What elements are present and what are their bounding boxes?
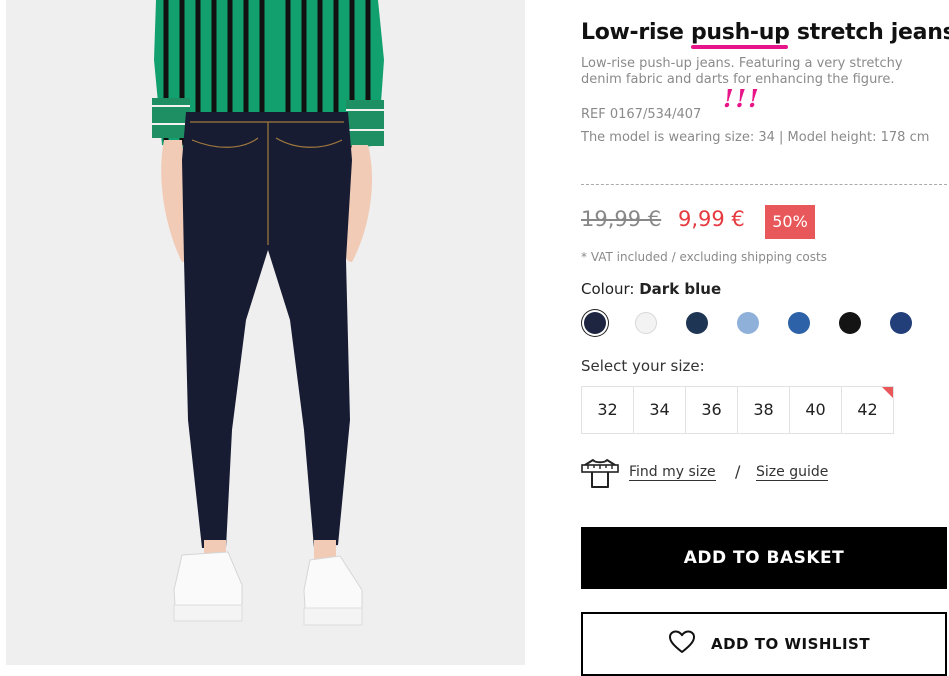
tshirt-ruler-icon	[581, 459, 619, 488]
title-highlight: push-up	[690, 20, 790, 49]
product-reference: REF 0167/534/407	[581, 107, 702, 122]
find-my-size-link[interactable]: Find my size	[629, 464, 716, 481]
product-photo-illustration	[6, 0, 525, 665]
size-option-42-label: 42	[857, 400, 878, 419]
size-option-38[interactable]: 38	[738, 387, 790, 433]
swatch-navy[interactable]	[686, 312, 708, 334]
product-description: Low-rise push-up jeans. Featuring a very…	[581, 56, 903, 87]
vat-note: * VAT included / excluding shipping cost…	[581, 250, 827, 264]
title-part-1: Low-rise	[581, 20, 691, 45]
swatch-light-blue[interactable]	[737, 312, 759, 334]
title-part-2: stretch jeans	[789, 20, 949, 45]
add-to-wishlist-label: ADD TO WISHLIST	[711, 635, 871, 653]
size-label: Select your size:	[581, 357, 705, 375]
size-option-34[interactable]: 34	[634, 387, 686, 433]
heart-icon	[669, 630, 695, 653]
colour-swatches	[581, 312, 949, 336]
swatch-mid-blue[interactable]	[788, 312, 810, 334]
old-price: 19,99 €	[581, 207, 662, 231]
swatch-black[interactable]	[839, 312, 861, 334]
product-info-panel: Low-rise push-up stretch jeans Low-rise …	[581, 0, 949, 676]
size-option-36[interactable]: 36	[686, 387, 738, 433]
size-option-32[interactable]: 32	[582, 387, 634, 433]
fit-separator: /	[735, 462, 741, 481]
fit-links: Find my size / Size guide	[581, 456, 881, 490]
product-title: Low-rise push-up stretch jeans	[581, 20, 949, 49]
discount-badge: 50%	[765, 205, 815, 239]
colour-label: Colour: Dark blue	[581, 280, 721, 298]
model-info: The model is wearing size: 34 | Model he…	[581, 130, 930, 145]
product-image[interactable]	[6, 0, 525, 665]
annotation-exclamation: !!!	[723, 84, 761, 113]
swatch-denim-blue[interactable]	[890, 312, 912, 334]
swatch-white[interactable]	[635, 312, 657, 334]
sale-price: 9,99 €	[678, 207, 745, 231]
add-to-wishlist-button[interactable]: ADD TO WISHLIST	[581, 612, 947, 676]
size-guide-link[interactable]: Size guide	[756, 464, 829, 481]
swatch-dark-blue[interactable]	[584, 312, 606, 334]
colour-label-text: Colour:	[581, 280, 640, 298]
add-to-basket-button[interactable]: ADD TO BASKET	[581, 527, 947, 589]
size-option-42[interactable]: 42	[842, 387, 893, 433]
low-stock-marker	[882, 387, 893, 398]
divider	[581, 184, 947, 185]
colour-selected: Dark blue	[639, 280, 722, 298]
size-selector: 32 34 36 38 40 42	[581, 386, 894, 434]
size-option-40[interactable]: 40	[790, 387, 842, 433]
